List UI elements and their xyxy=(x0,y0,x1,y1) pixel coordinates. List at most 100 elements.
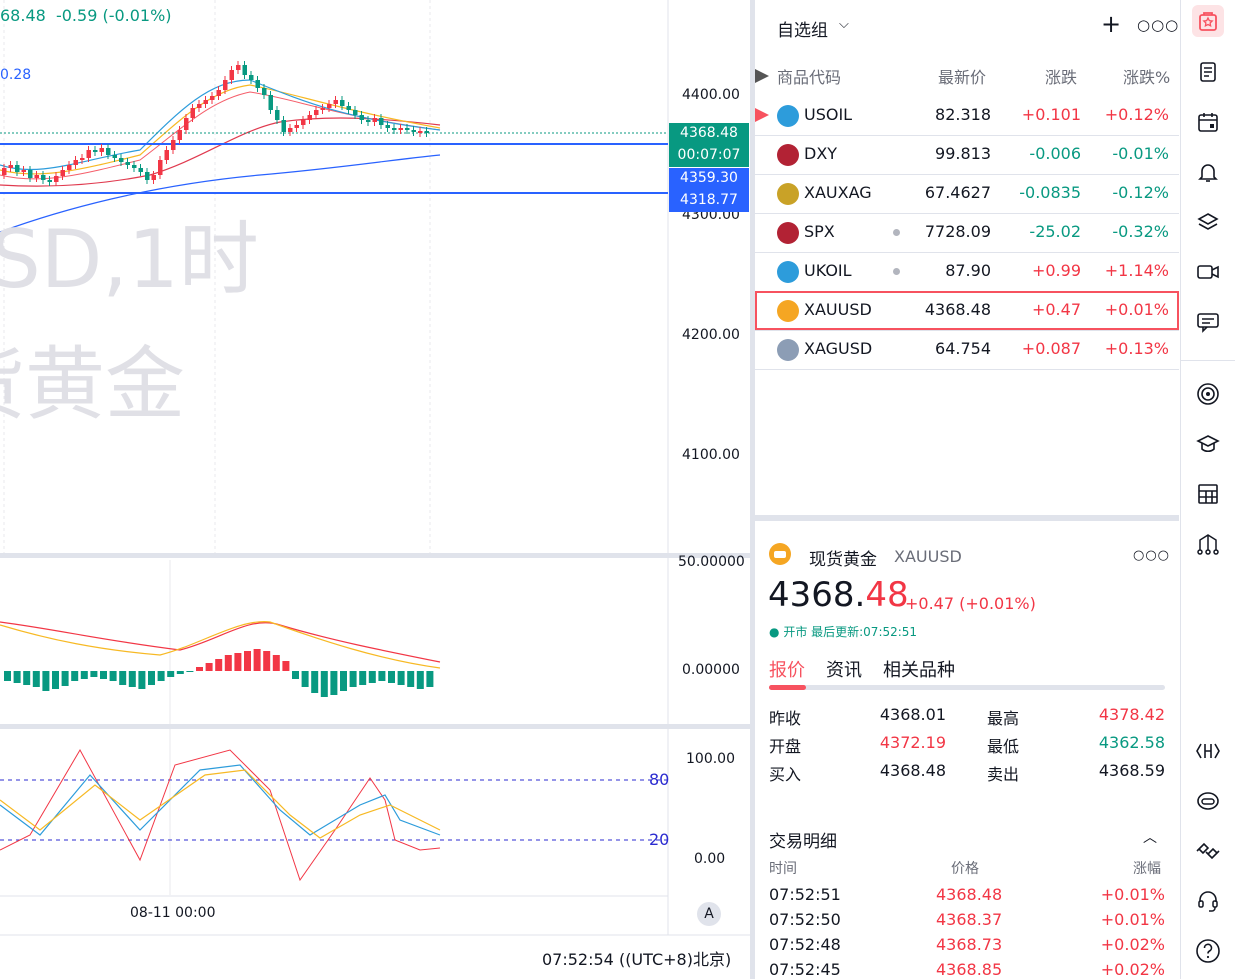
col-change[interactable]: 涨跌 xyxy=(1045,64,1077,88)
calendar-icon[interactable] xyxy=(1192,106,1224,138)
auto-scale-button[interactable]: A xyxy=(697,902,721,926)
tab-related[interactable]: 相关品种 xyxy=(883,656,955,682)
handshake-icon[interactable] xyxy=(1192,835,1224,867)
candle-body xyxy=(236,65,241,70)
macd-bar xyxy=(282,661,290,671)
trade-price: 4368.85 xyxy=(936,960,1003,979)
watchlist-icon[interactable] xyxy=(1192,5,1224,37)
more-icon[interactable]: ○○○ xyxy=(1133,548,1170,563)
chart-clock[interactable]: 07:52:54 ((UTC+8)北京) xyxy=(542,946,731,970)
watchlist-header: 自选组 ⌵ + ○○○ xyxy=(755,0,1179,56)
news-icon[interactable] xyxy=(1192,56,1224,88)
stat-value: 4372.19 xyxy=(879,733,946,752)
row-last: 82.318 xyxy=(935,105,991,124)
row-symbol: DXY xyxy=(804,144,838,163)
candle-body xyxy=(366,120,371,122)
row-percent: -0.32% xyxy=(1112,222,1169,241)
chart-canvas[interactable] xyxy=(0,0,752,979)
alerts-icon[interactable] xyxy=(1192,156,1224,188)
watchlist-row-xauxag[interactable]: XAUXAG 67.4627 -0.0835 -0.12% xyxy=(755,174,1179,213)
candle-body xyxy=(184,118,189,130)
candle-body xyxy=(411,130,416,132)
candle-body xyxy=(138,168,143,172)
row-change: +0.47 xyxy=(1031,300,1081,319)
stat-value: 4368.48 xyxy=(879,761,946,780)
strategy-icon[interactable] xyxy=(1192,528,1224,560)
section-flag-icon[interactable] xyxy=(755,69,769,83)
robot-icon[interactable] xyxy=(1192,785,1224,817)
macd-bar xyxy=(272,655,280,671)
stat-label: 昨收 xyxy=(769,709,802,728)
more-icon[interactable]: ○○○ xyxy=(1137,16,1179,34)
trades-title: 交易明细 xyxy=(769,832,837,852)
chart-area[interactable]: 68.48 -0.59 (-0.01%) 0.28 SD,1时 货黄金 4400… xyxy=(0,0,752,979)
flag-icon[interactable] xyxy=(755,108,769,122)
macd-bar xyxy=(368,671,376,683)
col-percent[interactable]: 涨跌% xyxy=(1123,64,1170,88)
col-symbol[interactable]: 商品代码 xyxy=(777,64,841,88)
candle-body xyxy=(164,150,169,160)
status-text: 开市 最后更新:07:52:51 xyxy=(783,625,918,639)
macd-bar xyxy=(224,655,232,671)
stat-label: 最高 xyxy=(987,709,1020,728)
row-symbol: USOIL xyxy=(804,105,853,124)
candle-body xyxy=(190,108,195,118)
chat-icon[interactable] xyxy=(1192,306,1224,338)
add-symbol-icon[interactable]: + xyxy=(1101,10,1121,38)
watchlist-row-usoil[interactable]: USOIL 82.318 +0.101 +0.12% xyxy=(755,96,1179,135)
us-flag-icon xyxy=(777,144,799,166)
status-dot-icon: ● xyxy=(769,625,780,639)
macd-bar xyxy=(426,671,434,687)
trade-pct: +0.01% xyxy=(1100,910,1165,929)
screener-icon[interactable] xyxy=(1192,478,1224,510)
candle-body xyxy=(216,90,221,96)
row-percent: +1.14% xyxy=(1104,261,1169,280)
macd-bar xyxy=(205,663,213,671)
candle-body xyxy=(177,130,182,140)
row-percent: +0.01% xyxy=(1104,300,1169,319)
candle-body xyxy=(249,75,254,80)
chart-legend-ma: 0.28 xyxy=(0,67,32,83)
candle-body xyxy=(288,128,293,132)
candle-body xyxy=(106,148,111,155)
row-symbol: XAUXAG xyxy=(804,183,872,202)
layers-icon[interactable] xyxy=(1192,206,1224,238)
candle-body xyxy=(372,118,377,122)
row-symbol: UKOIL xyxy=(804,261,852,280)
education-icon[interactable] xyxy=(1192,428,1224,460)
stoch-tick-100: 100.00 xyxy=(686,751,735,767)
candle-body xyxy=(333,100,338,104)
watchlist-row-ukoil[interactable]: UKOIL 87.90 +0.99 +1.14% xyxy=(755,252,1179,291)
candle-body xyxy=(34,175,39,178)
col-last[interactable]: 最新价 xyxy=(938,64,986,88)
stat-value: 4362.58 xyxy=(1098,733,1165,752)
candle-body xyxy=(398,128,403,130)
row-change: +0.101 xyxy=(1021,105,1081,124)
row-change: -25.02 xyxy=(1029,222,1081,241)
target-icon[interactable] xyxy=(1192,378,1224,410)
rail-divider xyxy=(1181,360,1235,361)
price-main: 4368. xyxy=(768,575,866,615)
details-price: 4368.48 xyxy=(768,575,909,615)
candle-body xyxy=(47,180,52,182)
api-icon[interactable] xyxy=(1192,735,1224,767)
video-icon[interactable] xyxy=(1192,256,1224,288)
watchlist-row-xagusd[interactable]: XAGUSD 64.754 +0.087 +0.13% xyxy=(755,330,1179,369)
tab-quote[interactable]: 报价 xyxy=(769,656,805,682)
chevron-up-icon[interactable]: ︿ xyxy=(1143,827,1157,847)
trade-price: 4368.37 xyxy=(936,910,1003,929)
price-frac: 48 xyxy=(865,575,909,615)
help-icon[interactable] xyxy=(1192,935,1224,967)
gold-silver-icon xyxy=(777,183,799,205)
hline2-badge: 4318.77 xyxy=(669,190,749,212)
trade-row: 07:52:51 4368.48 +0.01% xyxy=(769,885,1165,909)
watchlist-row-xauusd[interactable]: XAUUSD 4368.48 +0.47 +0.01% xyxy=(755,291,1179,330)
tab-news[interactable]: 资讯 xyxy=(826,656,862,682)
chevron-down-icon[interactable]: ⌵ xyxy=(839,17,849,32)
macd-bar xyxy=(320,671,328,697)
support-icon[interactable] xyxy=(1192,885,1224,917)
watchlist-row-dxy[interactable]: DXY 99.813 -0.006 -0.01% xyxy=(755,135,1179,174)
watchlist-row-spx[interactable]: SPX 7728.09 -25.02 -0.32% xyxy=(755,213,1179,252)
watchlist-title[interactable]: 自选组 xyxy=(777,16,828,41)
macd-bar xyxy=(292,671,299,679)
